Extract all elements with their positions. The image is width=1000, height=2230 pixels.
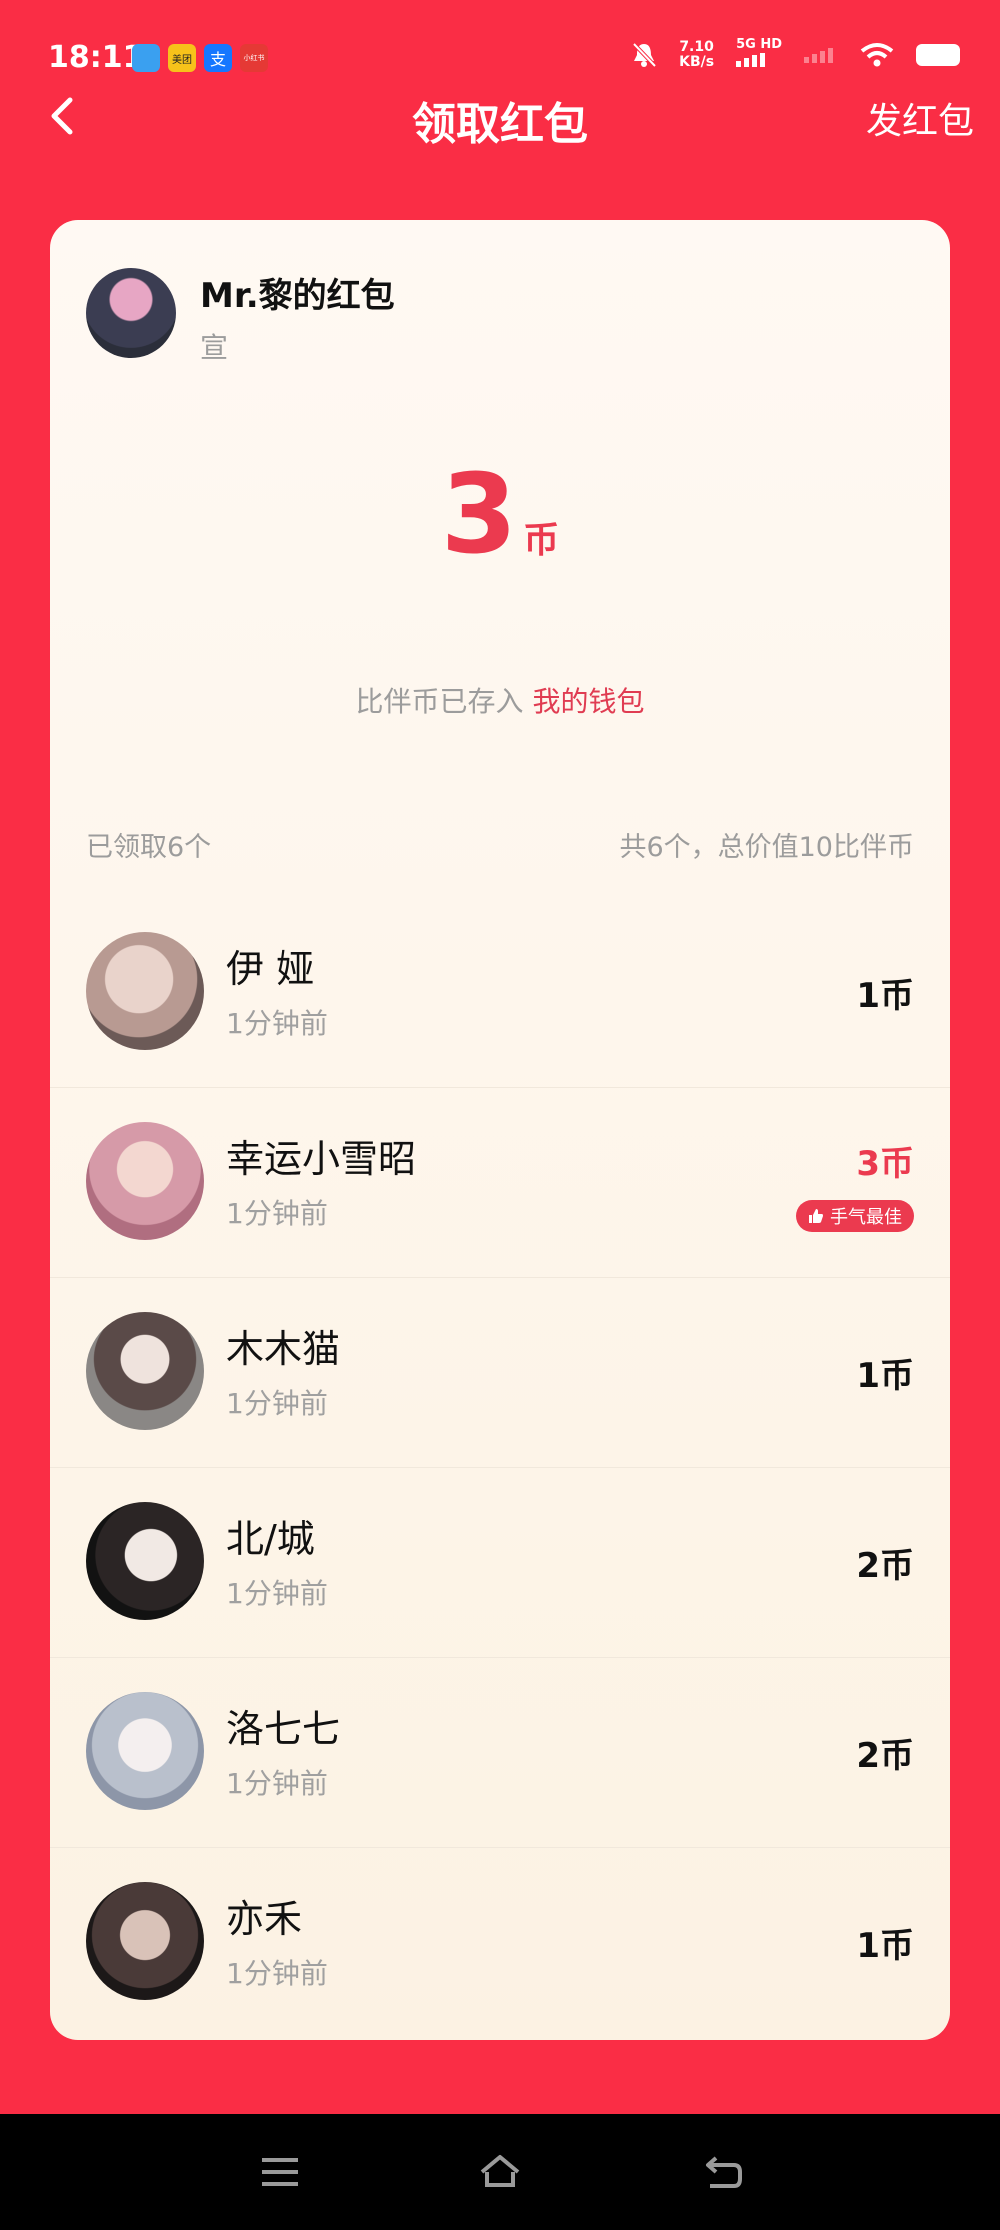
- status-indicators: 7.10 KB/s 5G HD: [631, 38, 960, 71]
- user-avatar[interactable]: [86, 1122, 204, 1240]
- claim-row[interactable]: 北/城 1分钟前 2币: [50, 1467, 950, 1657]
- my-amount-value: 3: [440, 450, 518, 578]
- claim-amount: 2币: [856, 1736, 914, 1776]
- status-time: 18:11: [48, 40, 144, 75]
- my-amount-unit: 币: [523, 520, 560, 561]
- my-wallet-link[interactable]: 我的钱包: [532, 685, 644, 718]
- user-avatar[interactable]: [86, 1692, 204, 1810]
- status-bar: 18:11 美团 支 小红书 7.10 KB/s 5G HD: [0, 0, 1000, 90]
- claim-row[interactable]: 洛七七 1分钟前 2币: [50, 1657, 950, 1847]
- user-name: 亦禾: [226, 1897, 303, 1941]
- claim-amount: 1币: [856, 976, 914, 1016]
- user-avatar[interactable]: [86, 932, 204, 1050]
- home-icon[interactable]: [478, 2152, 522, 2192]
- thumbs-up-icon: [809, 1209, 823, 1223]
- claim-time: 1分钟前: [226, 1767, 328, 1800]
- send-red-packet-button[interactable]: 发红包: [866, 92, 974, 144]
- meituan-icon: 美团: [168, 44, 196, 72]
- network-type: 5G HD: [736, 37, 782, 52]
- user-avatar[interactable]: [86, 1882, 204, 2000]
- sender-name: Mr.黎的红包: [200, 276, 395, 316]
- system-nav-bar: [0, 2114, 1000, 2230]
- app-notification-icon: [132, 44, 160, 72]
- page-title: 领取红包: [412, 99, 588, 150]
- claim-time: 1分钟前: [226, 1197, 328, 1230]
- header: 领取红包 发红包: [0, 82, 1000, 152]
- my-amount: 3币: [50, 450, 950, 578]
- claim-amount: 1币: [856, 1356, 914, 1396]
- net-speed-unit: KB/s: [679, 53, 715, 70]
- claim-time: 1分钟前: [226, 1007, 328, 1040]
- wifi-icon: [860, 42, 894, 66]
- user-avatar[interactable]: [86, 1312, 204, 1430]
- back-icon[interactable]: [702, 2152, 746, 2192]
- user-name: 幸运小雪昭: [226, 1137, 417, 1181]
- claim-row[interactable]: 亦禾 1分钟前 1币: [50, 1847, 950, 2037]
- wallet-notice-text: 比伴币已存入: [355, 685, 524, 718]
- claim-amount: 1币: [856, 1926, 914, 1966]
- signal-bars-icon: [736, 53, 766, 67]
- claim-amount: 3币: [856, 1144, 914, 1184]
- user-avatar[interactable]: [86, 1502, 204, 1620]
- signal-5g: 5G HD: [736, 38, 782, 71]
- user-name: 洛七七: [226, 1707, 341, 1751]
- user-name: 伊 娅: [226, 947, 315, 991]
- sender-message: 宣: [200, 331, 229, 364]
- red-packet-card: Mr.黎的红包 宣 3币 比伴币已存入 我的钱包 已领取6个 共6个，总价值10…: [50, 220, 950, 2040]
- claim-row[interactable]: 幸运小雪昭 1分钟前 3币 手气最佳: [50, 1087, 950, 1277]
- total-summary: 共6个，总价值10比伴币: [619, 832, 914, 863]
- user-name: 木木猫: [226, 1327, 341, 1371]
- claim-time: 1分钟前: [226, 1387, 328, 1420]
- received-count: 已领取6个: [86, 832, 212, 863]
- net-speed-value: 7.10: [679, 38, 714, 55]
- sender-avatar[interactable]: [86, 268, 176, 358]
- mute-bell-icon: [632, 42, 657, 67]
- status-app-icons: 美团 支 小红书: [132, 44, 268, 72]
- claim-list: 伊 娅 1分钟前 1币 幸运小雪昭 1分钟前 3币 手气最佳 木木猫 1分钟前 …: [50, 898, 950, 2037]
- menu-icon[interactable]: [258, 2152, 302, 2192]
- claim-time: 1分钟前: [226, 1577, 328, 1610]
- claim-amount: 2币: [856, 1546, 914, 1586]
- user-name: 北/城: [226, 1517, 315, 1561]
- best-luck-label: 手气最佳: [830, 1207, 902, 1228]
- alipay-icon: 支: [204, 44, 232, 72]
- net-speed: 7.10 KB/s: [679, 38, 715, 70]
- claim-time: 1分钟前: [226, 1957, 328, 1990]
- mini-app-icon: 小红书: [240, 44, 268, 72]
- claim-row[interactable]: 木木猫 1分钟前 1币: [50, 1277, 950, 1467]
- battery-icon: [916, 43, 960, 66]
- claim-row[interactable]: 伊 娅 1分钟前 1币: [50, 898, 950, 1087]
- wallet-notice: 比伴币已存入 我的钱包: [50, 680, 950, 720]
- signal-bars-faded-icon: [804, 47, 833, 63]
- best-luck-badge: 手气最佳: [796, 1200, 914, 1232]
